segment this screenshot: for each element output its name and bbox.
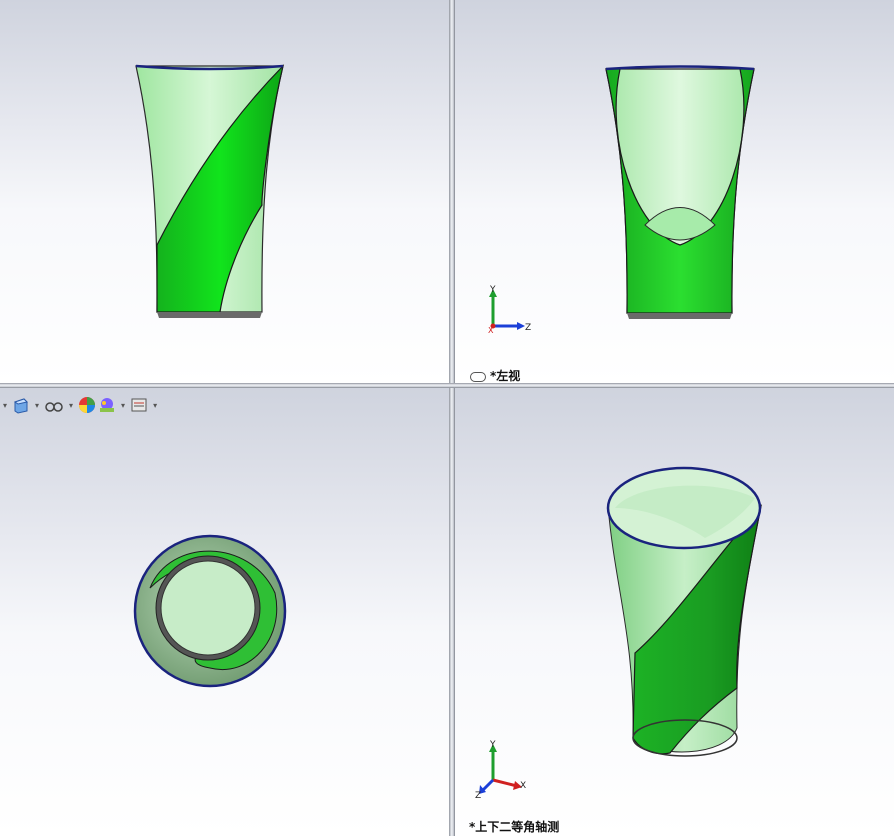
link-views-icon[interactable]: [470, 371, 486, 382]
viewport-front[interactable]: [0, 0, 449, 383]
view-name-label: *上下二等角轴测: [469, 820, 560, 834]
graphics-area: Y Z X *左视 ▾ ▾ ▾ ▾ ▾ Y X Z *上下二等角轴测: [0, 0, 894, 836]
axis-y-label: Y: [489, 285, 496, 295]
cup-isometric-view: Y X Z: [475, 466, 763, 801]
view-name-label: *左视: [470, 367, 520, 383]
viewport-splitter-horizontal[interactable]: [0, 383, 894, 388]
cup-top-view: [133, 534, 287, 688]
axis-y-label: Y: [489, 740, 496, 750]
axis-z-label: Z: [525, 323, 531, 333]
viewport-left[interactable]: Y Z X *左视: [455, 0, 894, 383]
viewport-splitter-vertical[interactable]: [449, 0, 455, 836]
cup-front-view: [135, 64, 285, 318]
cup-left-view: Y Z X: [488, 65, 755, 335]
axis-z-label: Z: [475, 791, 481, 801]
axis-x-label: X: [488, 326, 494, 335]
triad-icon: [479, 744, 522, 794]
triad-icon: [489, 289, 525, 330]
viewport-top[interactable]: ▾ ▾ ▾ ▾ ▾: [0, 388, 449, 836]
viewport-isometric[interactable]: Y X Z *上下二等角轴测: [455, 388, 894, 836]
axis-x-label: X: [520, 781, 526, 791]
